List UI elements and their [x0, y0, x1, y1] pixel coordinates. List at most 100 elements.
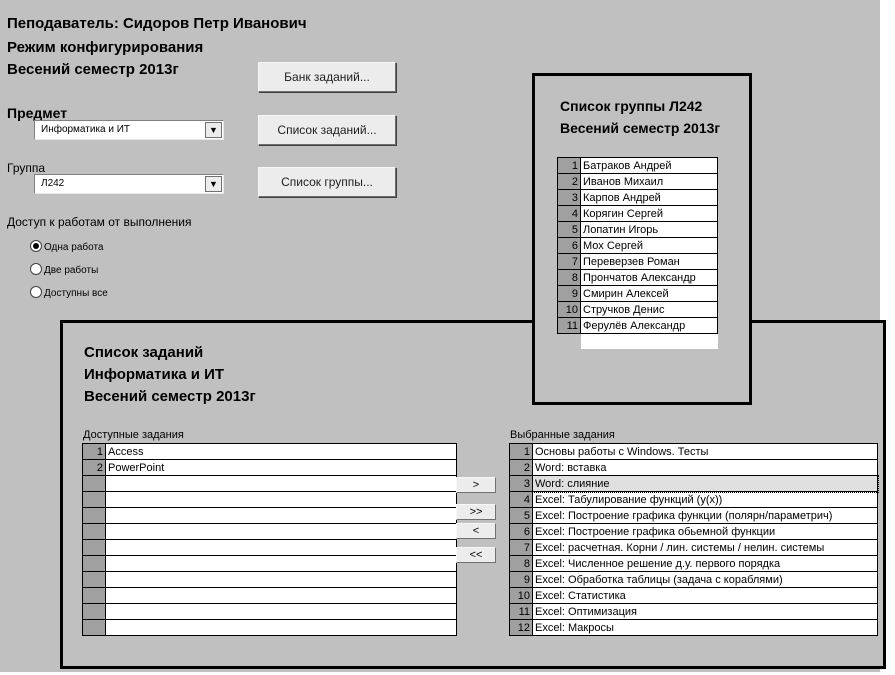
- radio-label: Доступны все: [44, 288, 108, 299]
- row-name[interactable]: PowerPoint: [105, 459, 457, 476]
- table-row[interactable]: [82, 539, 457, 556]
- table-row[interactable]: [82, 603, 457, 620]
- row-name[interactable]: [105, 571, 457, 588]
- row-number: 4: [557, 205, 581, 222]
- row-name[interactable]: Карпов Андрей: [580, 189, 718, 206]
- row-name[interactable]: Мох Сергей: [580, 237, 718, 254]
- table-row[interactable]: [82, 555, 457, 572]
- row-name[interactable]: [105, 603, 457, 620]
- table-row[interactable]: 3 Word: слияние: [509, 474, 879, 493]
- group-list-button[interactable]: Список группы...: [258, 167, 396, 197]
- move-right-button[interactable]: >: [456, 477, 496, 493]
- table-row[interactable]: [82, 491, 457, 508]
- table-row[interactable]: 7 Excel: расчетная. Корни / лин. системы …: [509, 539, 878, 556]
- table-row[interactable]: 10 Excel: Статистика: [509, 587, 878, 604]
- row-name[interactable]: [580, 333, 718, 349]
- row-name[interactable]: Батраков Андрей: [580, 157, 718, 174]
- table-row[interactable]: 12 Excel: Макросы: [509, 619, 878, 636]
- row-name[interactable]: Word: вставка: [532, 459, 878, 476]
- radio-dot-icon[interactable]: [30, 240, 42, 253]
- row-name[interactable]: Access: [105, 443, 457, 460]
- row-name[interactable]: Иванов Михаил: [580, 173, 718, 190]
- row-name[interactable]: Прончатов Александр: [580, 269, 718, 286]
- row-name[interactable]: Excel: Обработка таблицы (задача с кораб…: [532, 571, 878, 588]
- table-row[interactable]: 4 Excel: Табулирование функций (y(x)): [509, 491, 878, 508]
- row-name[interactable]: [105, 507, 457, 524]
- row-name[interactable]: Excel: Оптимизация: [532, 603, 878, 620]
- table-row[interactable]: 5 Лопатин Игорь: [557, 221, 718, 238]
- table-row[interactable]: [82, 507, 457, 524]
- table-row[interactable]: [82, 587, 457, 604]
- table-row[interactable]: 5 Excel: Построение графика функции (поля…: [509, 507, 878, 524]
- table-row[interactable]: 2 Word: вставка: [509, 459, 878, 476]
- group-combo[interactable]: Л242 ▼: [34, 174, 224, 194]
- table-row[interactable]: 2 PowerPoint: [82, 459, 457, 476]
- radio-all-available[interactable]: Доступны все: [30, 286, 108, 301]
- table-row[interactable]: 6 Мох Сергей: [557, 237, 718, 254]
- row-name[interactable]: [105, 555, 457, 572]
- table-row[interactable]: [82, 571, 457, 588]
- row-name[interactable]: [105, 619, 457, 636]
- row-name[interactable]: Переверзев Роман: [580, 253, 718, 270]
- subject-combo[interactable]: Информатика и ИТ ▼: [34, 120, 224, 140]
- table-row[interactable]: 11 Excel: Оптимизация: [509, 603, 878, 620]
- row-name[interactable]: Смирин Алексей: [580, 285, 718, 302]
- move-all-left-button[interactable]: <<: [456, 547, 496, 563]
- group-students-table[interactable]: 1 Батраков Андрей 2 Иванов Михаил 3 Карпов Ан…: [557, 157, 718, 349]
- row-name[interactable]: Word: слияние: [531, 474, 879, 493]
- table-row[interactable]: 8 Прончатов Александр: [557, 269, 718, 286]
- row-number: 11: [509, 603, 533, 620]
- move-left-button[interactable]: <: [456, 523, 496, 539]
- table-row[interactable]: 11 Ферулёв Александр: [557, 317, 718, 334]
- table-row[interactable]: 1 Access: [82, 443, 457, 460]
- chevron-down-icon[interactable]: ▼: [205, 176, 222, 192]
- table-row[interactable]: [82, 475, 457, 492]
- row-number: [82, 491, 106, 508]
- row-name[interactable]: Excel: Табулирование функций (y(x)): [532, 491, 878, 508]
- row-name[interactable]: [105, 539, 457, 556]
- tasks-panel: Список заданий Информатика и ИТ Весений …: [60, 320, 886, 669]
- table-row[interactable]: 10 Стручков Денис: [557, 301, 718, 318]
- chevron-down-icon[interactable]: ▼: [205, 122, 222, 138]
- task-bank-button[interactable]: Банк заданий...: [258, 62, 396, 92]
- row-name[interactable]: Основы работы с Windows. Тесты: [532, 443, 878, 460]
- row-name[interactable]: Excel: Построение графика обьемной функц…: [532, 523, 878, 540]
- table-row[interactable]: 1 Основы работы с Windows. Тесты: [509, 443, 878, 460]
- table-row[interactable]: 8 Excel: Численное решение д.у. первого п…: [509, 555, 878, 572]
- row-name[interactable]: Ферулёв Александр: [580, 317, 718, 334]
- table-row-empty[interactable]: [558, 333, 718, 349]
- selected-tasks-table[interactable]: 1 Основы работы с Windows. Тесты 2 Word: вс…: [509, 443, 879, 636]
- row-name[interactable]: Excel: Построение графика функции (поляр…: [532, 507, 878, 524]
- table-row[interactable]: 7 Переверзев Роман: [557, 253, 718, 270]
- row-name[interactable]: Лопатин Игорь: [580, 221, 718, 238]
- row-name[interactable]: Excel: Статистика: [532, 587, 878, 604]
- subject-value: Информатика и ИТ: [41, 124, 131, 135]
- row-name[interactable]: [105, 587, 457, 604]
- row-name[interactable]: Корягин Сергей: [580, 205, 718, 222]
- radio-one-work[interactable]: Одна работа: [30, 240, 103, 255]
- table-row[interactable]: 4 Корягин Сергей: [557, 205, 718, 222]
- table-row[interactable]: 6 Excel: Построение графика обьемной функ…: [509, 523, 878, 540]
- row-name[interactable]: Excel: Численное решение д.у. первого по…: [532, 555, 878, 572]
- table-row[interactable]: 3 Карпов Андрей: [557, 189, 718, 206]
- table-row[interactable]: 1 Батраков Андрей: [557, 157, 718, 174]
- task-list-button[interactable]: Список заданий...: [258, 115, 396, 145]
- row-name[interactable]: Excel: расчетная. Корни / лин. системы /…: [532, 539, 878, 556]
- row-name[interactable]: Стручков Денис: [580, 301, 718, 318]
- row-name[interactable]: [105, 523, 457, 540]
- radio-two-works[interactable]: Две работы: [30, 263, 98, 278]
- radio-dot-icon[interactable]: [30, 263, 42, 276]
- table-row[interactable]: [82, 523, 457, 540]
- table-row[interactable]: 2 Иванов Михаил: [557, 173, 718, 190]
- table-row[interactable]: [82, 619, 457, 636]
- row-name[interactable]: [105, 475, 457, 492]
- table-row[interactable]: 9 Excel: Обработка таблицы (задача с кора…: [509, 571, 878, 588]
- available-tasks-table[interactable]: 1 Access 2 PowerPoint: [82, 443, 457, 636]
- row-number: 5: [557, 221, 581, 238]
- row-number: 2: [557, 173, 581, 190]
- radio-dot-icon[interactable]: [30, 286, 42, 299]
- table-row[interactable]: 9 Смирин Алексей: [557, 285, 718, 302]
- row-name[interactable]: [105, 491, 457, 508]
- row-name[interactable]: Excel: Макросы: [532, 619, 878, 636]
- move-all-right-button[interactable]: >>: [456, 504, 496, 520]
